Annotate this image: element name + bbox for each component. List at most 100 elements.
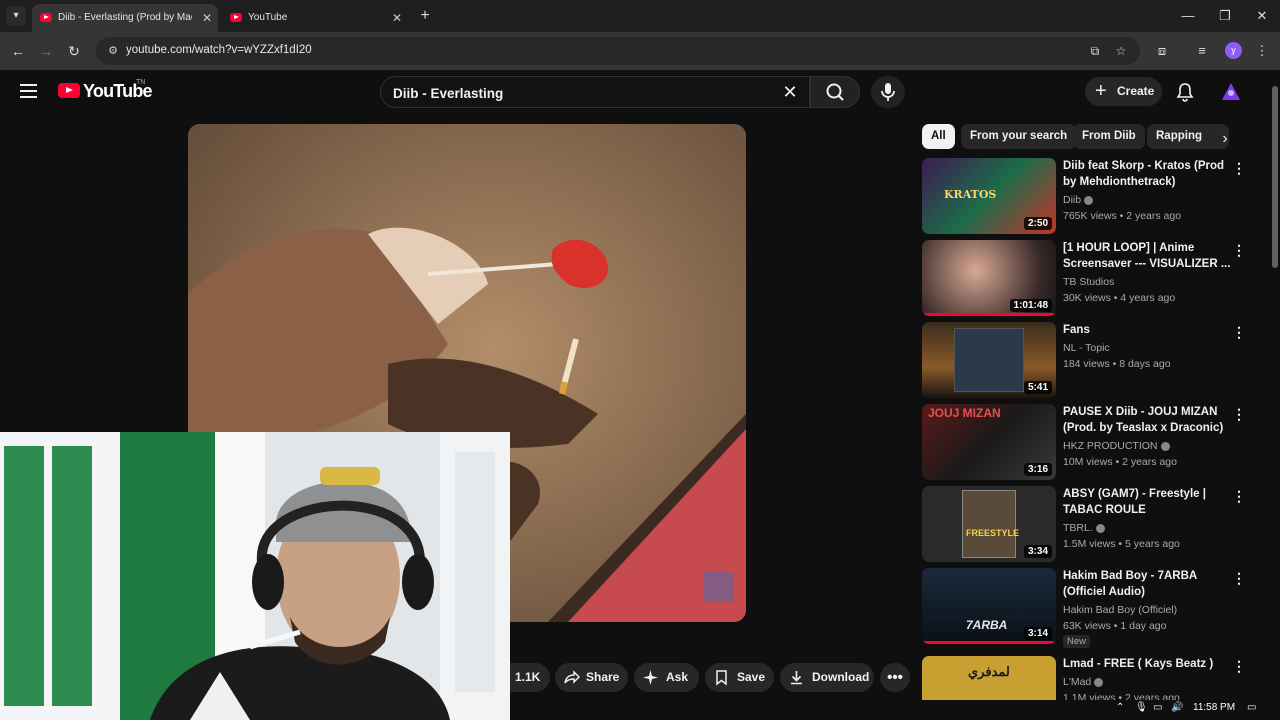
close-tab-icon[interactable]: ✕ xyxy=(392,4,402,32)
back-button[interactable]: ← xyxy=(8,41,28,61)
recommendation-item[interactable]: JOUJ MIZAN 3:16 PAUSE X Diib - JOUJ MIZA… xyxy=(922,404,1252,484)
plus-icon: + xyxy=(1095,80,1107,102)
more-options-icon[interactable]: ⋮ xyxy=(1232,406,1246,426)
video-duration: 3:16 xyxy=(1023,463,1052,476)
bookmark-star-icon[interactable]: ☆ xyxy=(1112,42,1130,60)
video-duration: 5:41 xyxy=(1023,381,1052,394)
video-meta: 765K views • 2 years ago xyxy=(1063,210,1182,222)
ask-button[interactable]: Ask xyxy=(634,663,699,692)
site-info-icon[interactable]: ⚙ xyxy=(104,42,122,60)
more-options-icon[interactable]: ⋮ xyxy=(1232,658,1246,678)
video-thumbnail[interactable]: KRATOS 2:50 xyxy=(922,158,1056,234)
search-box[interactable]: ✕ xyxy=(380,76,810,108)
more-options-icon[interactable]: ⋮ xyxy=(1232,160,1246,180)
video-title[interactable]: Fans xyxy=(1063,322,1233,338)
chip-from-your-search[interactable]: From your search xyxy=(961,124,1077,149)
video-thumbnail[interactable]: لمدفري xyxy=(922,656,1056,700)
recommendation-item[interactable]: لمدفري Lmad - FREE ( Kays Beatz ) L'Mad … xyxy=(922,656,1252,700)
voice-search-button[interactable] xyxy=(871,76,905,108)
reload-button[interactable]: ↻ xyxy=(64,41,84,61)
sparkle-icon xyxy=(643,670,658,685)
channel-name[interactable]: TB Studios xyxy=(1063,276,1114,288)
recommendation-item[interactable]: FREESTYLE 3:34 ABSY (GAM7) - Freestyle |… xyxy=(922,486,1252,566)
create-label: Create xyxy=(1117,84,1155,98)
channel-name[interactable]: NL - Topic xyxy=(1063,342,1110,354)
video-title[interactable]: Hakim Bad Boy - 7ARBA (Officiel Audio) xyxy=(1063,568,1233,600)
video-thumbnail[interactable]: 7ARBA 3:14 xyxy=(922,568,1056,644)
channel-name[interactable]: Diib xyxy=(1063,194,1094,206)
channel-name[interactable]: TBRL. xyxy=(1063,522,1105,534)
video-title[interactable]: Lmad - FREE ( Kays Beatz ) xyxy=(1063,656,1233,672)
new-tab-button[interactable]: + xyxy=(416,6,434,26)
more-options-icon[interactable]: ⋮ xyxy=(1232,324,1246,344)
create-button[interactable]: + Create xyxy=(1085,77,1162,106)
more-actions-button[interactable]: ••• xyxy=(880,663,910,692)
video-title[interactable]: ABSY (GAM7) - Freestyle | TABAC ROULE xyxy=(1063,486,1233,518)
profile-avatar[interactable]: y xyxy=(1225,42,1242,59)
tray-chevron-icon[interactable]: ⌃ xyxy=(1116,702,1124,713)
browser-menu-icon[interactable]: ⋮ xyxy=(1252,41,1272,61)
microphone-tray-icon[interactable]: 🎙 xyxy=(1135,702,1148,713)
more-options-icon[interactable]: ⋮ xyxy=(1232,242,1246,262)
more-options-icon[interactable]: ⋮ xyxy=(1232,488,1246,508)
search-button[interactable] xyxy=(810,76,860,108)
new-badge: New xyxy=(1063,635,1091,648)
video-title[interactable]: PAUSE X Diib - JOUJ MIZAN (Prod. by Teas… xyxy=(1063,404,1233,436)
media-control-icon[interactable]: ≡ xyxy=(1192,41,1212,61)
notification-center-icon[interactable]: ▭ xyxy=(1247,702,1256,713)
tab-search-button[interactable]: ▾ xyxy=(6,6,26,26)
network-icon[interactable]: ▭ xyxy=(1153,702,1162,713)
video-thumbnail[interactable]: 5:41 xyxy=(922,322,1056,398)
watch-progress-bar xyxy=(922,313,1056,316)
clear-search-icon[interactable]: ✕ xyxy=(777,79,803,105)
like-count-button[interactable]: 1.1K xyxy=(510,663,550,692)
channel-name[interactable]: Hakim Bad Boy (Officiel) xyxy=(1063,604,1177,616)
browser-tab-bar: ▾ Diib - Everlasting (Prod by Mac ✕ YouT… xyxy=(0,0,1280,32)
recommendation-item[interactable]: 1:01:48 [1 HOUR LOOP] | Anime Screensave… xyxy=(922,240,1252,320)
chip-all[interactable]: All xyxy=(922,124,955,149)
tab-youtube[interactable]: YouTube ✕ xyxy=(222,4,408,32)
share-button[interactable]: Share xyxy=(555,663,628,692)
recommendation-item[interactable]: KRATOS 2:50 Diib feat Skorp - Kratos (Pr… xyxy=(922,158,1252,238)
system-tray: ⌃ 🎙 ▭ 🔊 11:58 PM ▭ xyxy=(0,700,1280,720)
video-meta: 184 views • 8 days ago xyxy=(1063,358,1171,370)
video-duration: 1:01:48 xyxy=(1009,299,1052,312)
address-bar[interactable]: ⚙ youtube.com/watch?v=wYZZxf1dI20 ⧉ ☆ xyxy=(96,37,1140,65)
hamburger-menu-icon[interactable] xyxy=(20,84,37,98)
volume-icon[interactable]: 🔊 xyxy=(1171,702,1183,713)
notifications-bell-icon[interactable] xyxy=(1175,82,1195,102)
page-scrollbar[interactable] xyxy=(1270,70,1280,702)
video-thumbnail[interactable]: 1:01:48 xyxy=(922,240,1056,316)
more-options-icon[interactable]: ⋮ xyxy=(1232,570,1246,590)
video-title[interactable]: [1 HOUR LOOP] | Anime Screensaver --- VI… xyxy=(1063,240,1233,272)
video-meta: 30K views • 4 years ago xyxy=(1063,292,1176,304)
install-app-icon[interactable]: ⧉ xyxy=(1086,42,1104,60)
minimize-button[interactable]: — xyxy=(1178,6,1198,26)
recommendation-item[interactable]: 7ARBA 3:14 Hakim Bad Boy - 7ARBA (Offici… xyxy=(922,568,1252,648)
chip-from-diib[interactable]: From Diib xyxy=(1073,124,1145,149)
scrollbar-thumb[interactable] xyxy=(1272,86,1278,268)
youtube-logo-icon[interactable] xyxy=(58,83,80,98)
video-thumbnail[interactable]: JOUJ MIZAN 3:16 xyxy=(922,404,1056,480)
close-window-button[interactable]: ✕ xyxy=(1252,6,1272,26)
video-meta: 63K views • 1 day ago xyxy=(1063,620,1167,632)
recommendation-item[interactable]: 5:41 Fans NL - Topic 184 views • 8 days … xyxy=(922,322,1252,402)
system-clock[interactable]: 11:58 PM xyxy=(1193,702,1235,713)
search-input[interactable] xyxy=(393,83,773,103)
forward-button[interactable]: → xyxy=(36,41,56,61)
restore-button[interactable]: ❐ xyxy=(1215,6,1235,26)
save-button[interactable]: Save xyxy=(705,663,774,692)
tab-diib-everlasting[interactable]: Diib - Everlasting (Prod by Mac ✕ xyxy=(32,4,218,32)
chips-next-chevron-icon[interactable]: › xyxy=(1215,130,1235,150)
close-tab-icon[interactable]: ✕ xyxy=(202,4,212,32)
video-thumbnail[interactable]: FREESTYLE 3:34 xyxy=(922,486,1056,562)
channel-name[interactable]: L'Mad xyxy=(1063,676,1104,688)
account-avatar[interactable] xyxy=(1221,82,1241,102)
download-button[interactable]: Download xyxy=(780,663,874,692)
tab-title: Diib - Everlasting (Prod by Mac xyxy=(58,12,192,23)
extensions-icon[interactable]: ⧈ xyxy=(1152,41,1172,61)
video-title[interactable]: Diib feat Skorp - Kratos (Prod by Mehdio… xyxy=(1063,158,1233,190)
download-icon xyxy=(791,671,802,685)
channel-name[interactable]: HKZ PRODUCTION xyxy=(1063,440,1170,452)
url-text[interactable]: youtube.com/watch?v=wYZZxf1dI20 xyxy=(126,44,312,56)
